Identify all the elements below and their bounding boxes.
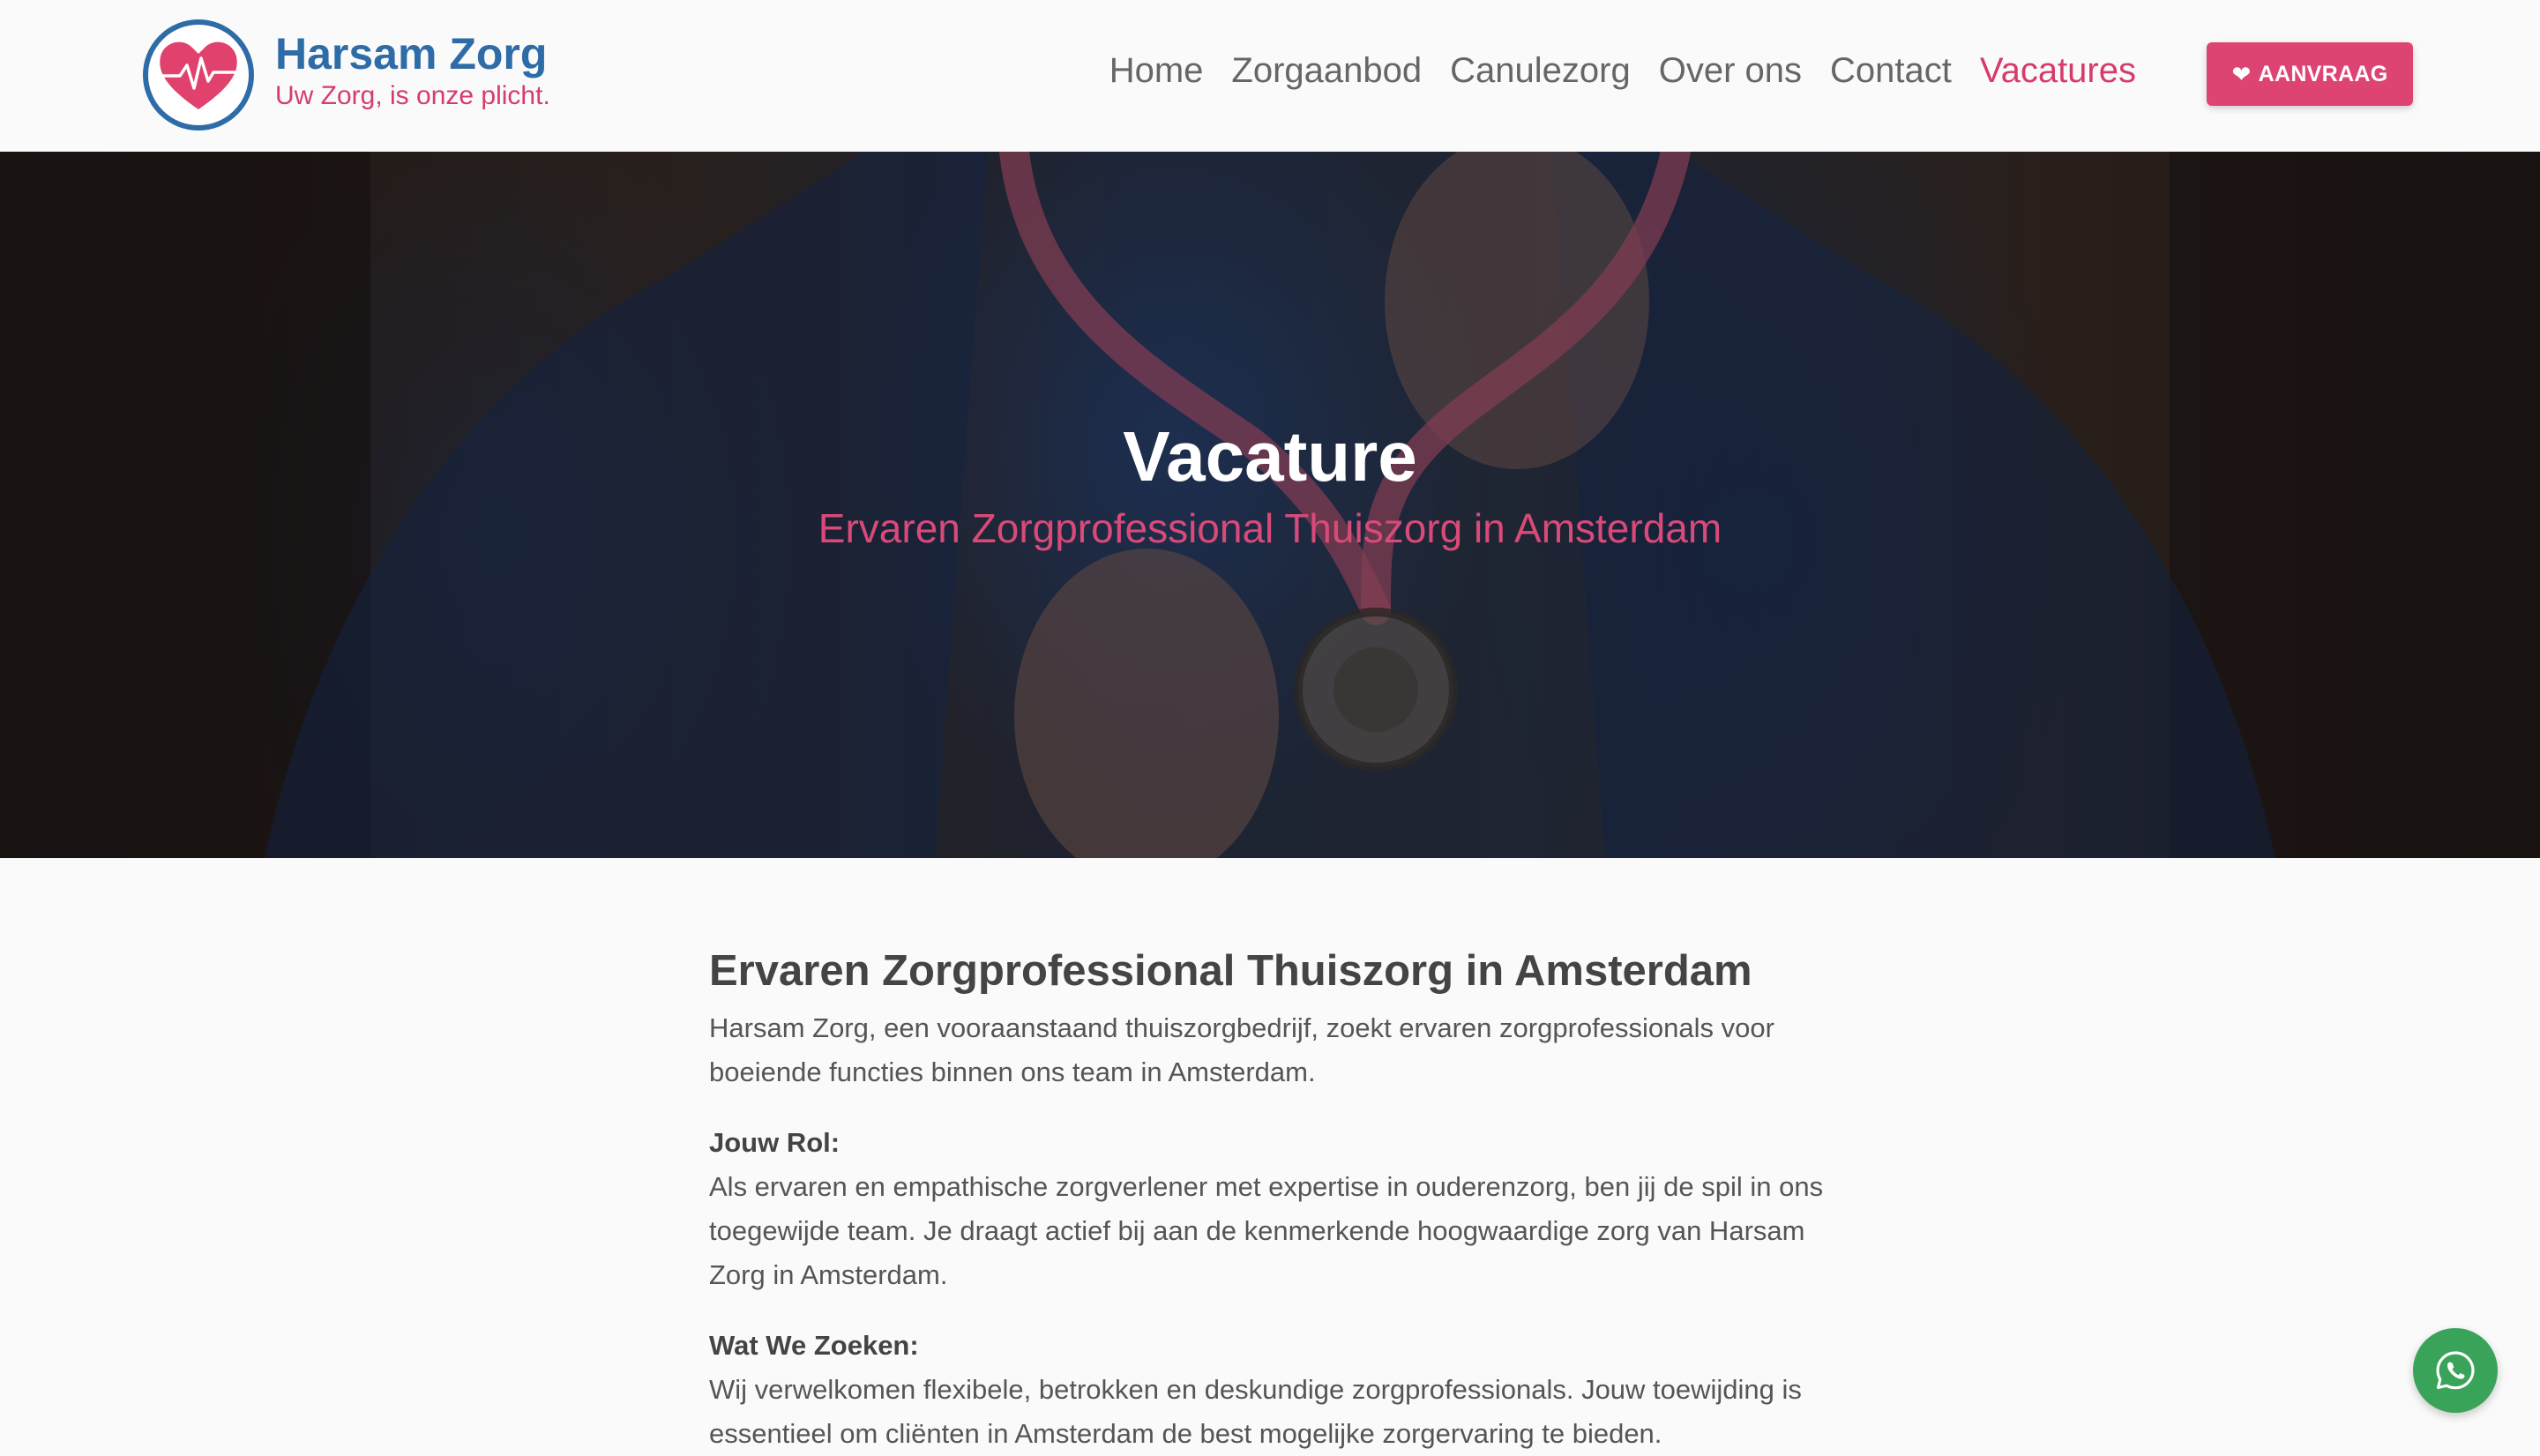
brand-name[interactable]: Harsam Zorg [275, 30, 550, 78]
section-title-wat-we-zoeken: Wat We Zoeken: [709, 1329, 919, 1361]
whatsapp-icon [2436, 1351, 2475, 1390]
brand: Harsam Zorg Uw Zorg, is onze plicht. [275, 30, 550, 112]
vacancy-content: Ervaren Zorgprofessional Thuiszorg in Am… [709, 945, 1831, 1456]
nav-item-home[interactable]: Home [1109, 49, 1204, 92]
section-body-wat-we-zoeken: Wij verwelkomen flexibele, betrokken en … [709, 1373, 1802, 1449]
section-body-jouw-rol: Als ervaren en empathische zorgverlener … [709, 1170, 1824, 1290]
vacancy-intro: Harsam Zorg, een vooraanstaand thuiszorg… [709, 1012, 1774, 1087]
brand-tagline: Uw Zorg, is onze plicht. [275, 81, 550, 110]
nav-item-contact[interactable]: Contact [1830, 49, 1952, 92]
aanvraag-button[interactable]: ❤ AANVRAAG [2207, 42, 2413, 106]
heart-pulse-icon[interactable] [141, 18, 256, 132]
main-nav: Home Zorgaanbod Canulezorg Over ons Cont… [1109, 49, 2136, 92]
hero-banner: Vacature Ervaren Zorgprofessional Thuisz… [0, 152, 2540, 858]
section-title-jouw-rol: Jouw Rol: [709, 1126, 840, 1158]
whatsapp-button[interactable] [2413, 1328, 2498, 1413]
nav-item-vacatures[interactable]: Vacatures [1980, 49, 2136, 92]
aanvraag-button-label: AANVRAAG [2258, 61, 2388, 86]
nav-item-canulezorg[interactable]: Canulezorg [1450, 49, 1631, 92]
heart-icon: ❤ [2231, 61, 2252, 87]
vacancy-heading: Ervaren Zorgprofessional Thuiszorg in Am… [709, 947, 1752, 995]
hero-title: Vacature [1123, 417, 1417, 496]
nav-item-over-ons[interactable]: Over ons [1659, 49, 1802, 92]
hero-subtitle: Ervaren Zorgprofessional Thuiszorg in Am… [818, 505, 1722, 551]
nav-item-zorgaanbod[interactable]: Zorgaanbod [1231, 49, 1422, 92]
site-header: Harsam Zorg Uw Zorg, is onze plicht. Hom… [0, 0, 2540, 152]
